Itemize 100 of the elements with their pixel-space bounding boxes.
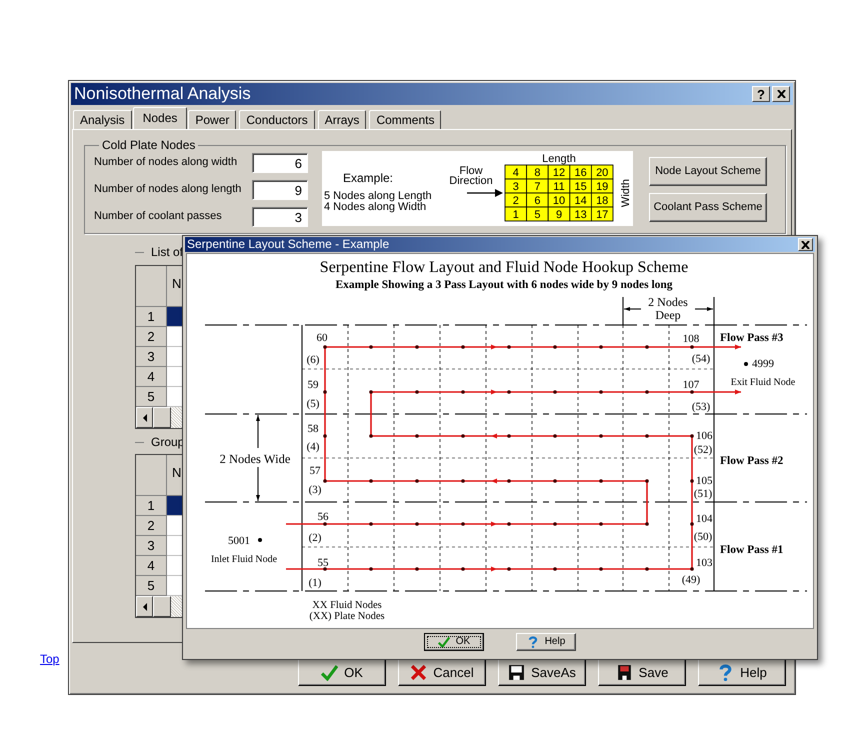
node-dot <box>461 390 465 394</box>
node-dot <box>553 390 557 394</box>
node-dot <box>415 522 419 526</box>
node-dot <box>507 522 511 526</box>
plate-number: (5) <box>306 398 320 410</box>
tab[interactable]: Analysis <box>73 110 132 129</box>
cell-number: 10 <box>552 195 566 207</box>
example-text: 5 Nodes along Length <box>324 190 432 202</box>
cell-number: 2 <box>512 195 519 207</box>
node-number: 55 <box>318 557 328 569</box>
plate-number: (50) <box>694 531 712 543</box>
grid-cell <box>548 164 570 180</box>
scheme-button[interactable]: Coolant Pass Scheme <box>649 193 767 222</box>
node-dot <box>507 345 511 349</box>
close-icon <box>776 90 786 98</box>
header-cell <box>136 266 167 307</box>
field-label: Number of nodes along length <box>94 183 242 197</box>
pass-label: Flow Pass #1 <box>720 544 784 556</box>
grid-cell <box>504 164 527 180</box>
grid-cell <box>526 192 549 208</box>
scheme-button[interactable]: Node Layout Scheme <box>649 157 767 186</box>
node-number: 56 <box>318 511 328 523</box>
node-dot <box>645 434 649 438</box>
close-button[interactable] <box>772 86 790 102</box>
dialog-button[interactable]: Help <box>516 633 576 651</box>
row-header: 3 <box>136 347 167 367</box>
node-dot <box>369 434 373 438</box>
node-dot <box>645 390 649 394</box>
node-dot <box>461 567 465 571</box>
group-label: Cold Plate Nodes <box>99 138 198 152</box>
node-number: 58 <box>308 423 318 435</box>
cell-number: 14 <box>574 195 587 207</box>
grid-cell <box>569 192 592 208</box>
node-dot <box>369 567 373 571</box>
dialog-button[interactable]: Cancel <box>398 659 486 686</box>
plate-number: (51) <box>694 488 712 500</box>
node-number: 106 <box>696 430 712 442</box>
plate-number: (1) <box>308 577 322 589</box>
cell-number: 15 <box>574 181 587 193</box>
node-number: 60 <box>316 332 328 344</box>
scroll-thumb[interactable] <box>153 407 171 428</box>
cell-number: 13 <box>574 209 587 221</box>
grid-cell <box>548 192 570 208</box>
field-label: Number of nodes along width <box>94 156 238 170</box>
input-field[interactable]: 3 <box>252 207 308 227</box>
cell-number: 18 <box>596 195 608 207</box>
node-number: 59 <box>308 379 318 391</box>
floppy-icon <box>616 664 633 681</box>
top-link[interactable]: Top <box>40 652 60 666</box>
row-header: 4 <box>136 556 167 576</box>
node-dot <box>744 362 748 366</box>
node-dot <box>507 434 511 438</box>
scroll-left-button[interactable] <box>136 407 153 428</box>
grid-cell <box>591 178 614 194</box>
node-number: 105 <box>696 475 712 487</box>
node-dot <box>258 538 262 542</box>
node-dot <box>690 434 694 438</box>
grid-cell <box>591 164 614 180</box>
node-dot <box>461 479 465 483</box>
node-label: Exit Fluid Node <box>730 377 796 388</box>
grid-cell <box>569 178 592 194</box>
close-icon <box>801 240 810 248</box>
cell-number: 19 <box>596 181 608 193</box>
scroll-left-button[interactable] <box>136 596 153 617</box>
plate-number: (6) <box>306 354 320 366</box>
tab[interactable]: Nodes <box>132 107 188 129</box>
dialog-button[interactable]: OK <box>298 659 386 686</box>
dialog-button[interactable]: Help <box>698 659 786 686</box>
node-dot <box>415 567 419 571</box>
cell-number: 4 <box>512 167 519 179</box>
node-label: Inlet Fluid Node <box>210 554 278 565</box>
tab[interactable]: Comments <box>369 110 442 129</box>
check-icon <box>438 636 450 648</box>
node-dot <box>599 390 603 394</box>
cell-number: 3 <box>512 181 519 193</box>
input-field[interactable]: 6 <box>252 153 308 173</box>
node-dot <box>323 479 327 483</box>
help-button[interactable]: ? <box>752 86 770 102</box>
dialog-button[interactable]: OK <box>424 633 484 651</box>
tab[interactable]: Conductors <box>239 110 315 129</box>
tab[interactable]: Arrays <box>318 110 366 129</box>
flow-arrow <box>467 189 503 197</box>
help-icon <box>717 664 734 681</box>
dialog-button[interactable]: Save <box>598 659 686 686</box>
close-button[interactable] <box>798 238 813 251</box>
row-header: 2 <box>136 516 167 536</box>
dimension-label: 2 Nodes Deep <box>648 295 688 322</box>
cell-number: 1 <box>512 209 519 221</box>
cell-number: 6 <box>534 195 540 207</box>
node-dot <box>645 345 649 349</box>
input-field[interactable]: 9 <box>252 180 308 200</box>
node-number: 5001 <box>228 535 250 547</box>
window-title: Nonisothermal Analysis <box>74 84 252 104</box>
dialog-button[interactable]: SaveAs <box>498 659 586 686</box>
tab[interactable]: Power <box>188 110 236 129</box>
cell-number: 11 <box>553 181 565 193</box>
left-arrow-icon <box>142 414 148 422</box>
scroll-thumb[interactable] <box>153 596 171 617</box>
node-dot <box>553 434 557 438</box>
node-number: 104 <box>696 513 712 525</box>
